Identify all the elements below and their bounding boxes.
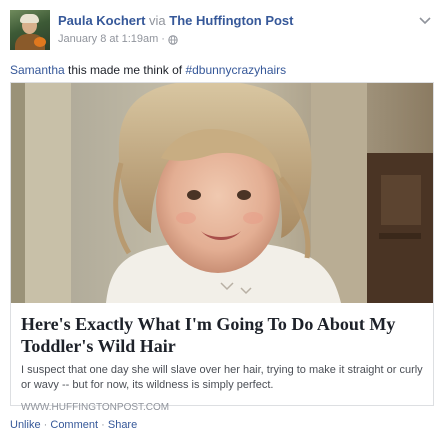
action-separator: · [101, 419, 105, 431]
meta-separator: · [161, 33, 165, 45]
shared-link-card[interactable]: Here's Exactly What I'm Going To Do Abou… [10, 82, 434, 413]
author-name-link[interactable]: Paula Kochert [58, 13, 145, 28]
unlike-link[interactable]: Unlike [10, 419, 41, 431]
hashtag-link[interactable]: #dbunnycrazyhairs [185, 63, 286, 77]
toddler-photo [11, 83, 433, 303]
post-actions: Unlike · Comment · Share [10, 418, 137, 432]
comment-link[interactable]: Comment [50, 419, 98, 431]
post-caption: Samantha this made me think of #dbunnycr… [10, 62, 286, 78]
post-header-text: Paula Kochert via The Huffington Post Ja… [58, 12, 434, 47]
post-meta: January 8 at 1:19am · [58, 32, 434, 47]
caption-text: this made me think of [64, 63, 186, 77]
post-timestamp[interactable]: January 8 at 1:19am [58, 32, 158, 47]
shared-article-photo[interactable] [11, 83, 433, 303]
post-header: Paula Kochert via The Huffington Post Ja… [10, 10, 434, 50]
via-text: via [149, 13, 166, 28]
chevron-down-icon[interactable] [418, 16, 432, 26]
action-separator: · [43, 419, 48, 431]
share-link[interactable]: Share [108, 419, 137, 431]
share-domain: WWW.HUFFINGTONPOST.COM [21, 402, 170, 413]
mention-link[interactable]: Samantha [10, 63, 65, 77]
page-name-link[interactable]: The Huffington Post [169, 13, 293, 28]
globe-icon[interactable] [168, 34, 178, 45]
avatar[interactable] [10, 10, 50, 50]
author-line: Paula Kochert via The Huffington Post [58, 12, 434, 29]
share-title[interactable]: Here's Exactly What I'm Going To Do Abou… [21, 313, 423, 357]
shared-link-text: Here's Exactly What I'm Going To Do Abou… [11, 303, 433, 414]
share-description: I suspect that one day she will slave ov… [21, 364, 423, 391]
